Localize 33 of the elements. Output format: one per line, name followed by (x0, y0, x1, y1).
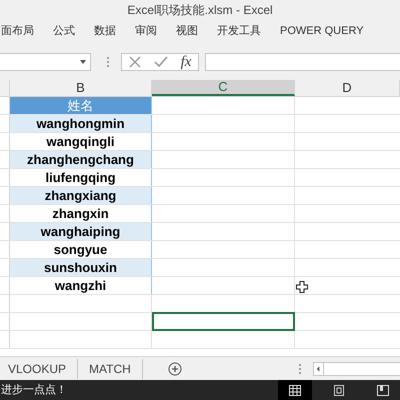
column-header[interactable]: D (295, 80, 400, 96)
status-text: 进步一点点！ (1, 382, 68, 398)
ribbon-tab[interactable]: 视图 (176, 22, 198, 40)
cursor-icon (296, 281, 308, 293)
column-header[interactable]: C (152, 80, 295, 96)
column-heading: 姓名 (10, 97, 152, 114)
horizontal-scrollbar[interactable] (312, 362, 400, 376)
grid-icon (289, 384, 301, 396)
formula-field[interactable] (205, 53, 400, 71)
check-icon[interactable] (154, 56, 168, 68)
table-cell: wanghongmin (10, 115, 152, 132)
table-cell: wanghaiping (10, 223, 152, 240)
normal-view-button[interactable] (278, 380, 312, 400)
ribbon-tab[interactable]: 面布局 (1, 22, 34, 40)
add-sheet-icon[interactable] (168, 362, 182, 376)
insert-function-button[interactable]: fx (180, 54, 192, 70)
sheet-tab[interactable]: VLOOKUP (0, 358, 78, 378)
table-cell: zhanghengchang (10, 151, 152, 168)
selected-cell[interactable] (152, 312, 295, 331)
page-icon (334, 384, 344, 396)
ribbon-tab[interactable]: 开发工具 (217, 22, 261, 40)
table-cell: zhangxiang (10, 187, 152, 204)
ribbon-tab[interactable]: 审阅 (135, 22, 157, 40)
cancel-icon[interactable] (128, 56, 141, 68)
table-cell: sunshouxin (10, 259, 152, 276)
ribbon-tab[interactable]: POWER QUERY (280, 22, 364, 40)
window-title: Excel职场技能.xlsm - Excel (127, 2, 273, 19)
dropdown-icon[interactable] (80, 60, 86, 64)
sheet-tab[interactable]: MATCH (78, 358, 143, 378)
more-icon (298, 364, 301, 374)
ribbon-tab[interactable]: 公式 (53, 22, 75, 40)
ribbon-tab[interactable]: 数据 (94, 22, 116, 40)
page-break-icon (377, 384, 389, 396)
